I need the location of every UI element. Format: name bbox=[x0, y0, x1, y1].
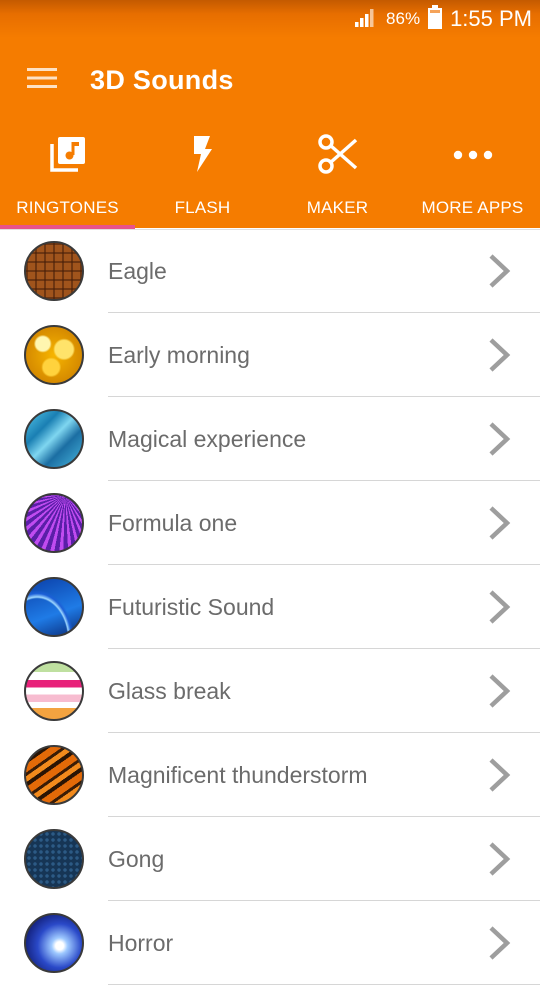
ringtone-name: Magnificent thunderstorm bbox=[108, 762, 368, 788]
chevron-right-icon bbox=[486, 337, 512, 373]
chevron-right-icon bbox=[486, 421, 512, 457]
list-item[interactable]: Magnificent thunderstorm bbox=[0, 733, 540, 817]
app-bar: 3D Sounds bbox=[0, 38, 540, 122]
clock: 1:55 PM bbox=[450, 6, 532, 31]
ringtone-thumbnail bbox=[24, 829, 84, 889]
chevron-right-icon bbox=[486, 757, 512, 793]
tab-ringtones[interactable]: RINGTONES bbox=[0, 122, 135, 228]
scissors-icon bbox=[317, 133, 358, 179]
ringtone-thumbnail bbox=[24, 745, 84, 805]
menu-icon bbox=[27, 67, 57, 94]
ringtone-name: Early morning bbox=[108, 342, 250, 368]
status-bar: 86% 1:55 PM bbox=[0, 0, 540, 38]
tab-label: MORE APPS bbox=[421, 198, 524, 217]
battery-icon bbox=[428, 4, 443, 34]
tab-bar: RINGTONES FLASH MAKER MORE APPS bbox=[0, 122, 540, 228]
chevron-right-icon bbox=[486, 505, 512, 541]
ringtone-thumbnail bbox=[24, 577, 84, 637]
list-item[interactable]: Formula one bbox=[0, 481, 540, 565]
ringtone-thumbnail bbox=[24, 325, 84, 385]
tab-label: FLASH bbox=[174, 198, 231, 217]
list-item[interactable]: Magical experience bbox=[0, 397, 540, 481]
tab-label: RINGTONES bbox=[16, 198, 119, 217]
tab-flash[interactable]: FLASH bbox=[135, 122, 270, 228]
list-item[interactable]: Glass break bbox=[0, 649, 540, 733]
tab-label: MAKER bbox=[306, 198, 369, 217]
chevron-right-icon bbox=[486, 673, 512, 709]
ringtone-thumbnail bbox=[24, 241, 84, 301]
ringtone-name: Futuristic Sound bbox=[108, 594, 275, 620]
chevron-right-icon bbox=[486, 925, 512, 961]
ringtone-thumbnail bbox=[24, 493, 84, 553]
battery-percent: 86% bbox=[386, 9, 421, 28]
list-item[interactable]: Gong bbox=[0, 817, 540, 901]
ringtone-name: Gong bbox=[108, 846, 165, 872]
ringtone-name: Horror bbox=[108, 930, 174, 956]
chevron-right-icon bbox=[486, 253, 512, 289]
flash-icon bbox=[190, 135, 216, 178]
ringtone-name: Magical experience bbox=[108, 426, 307, 452]
ringtone-name: Glass break bbox=[108, 678, 231, 704]
chevron-right-icon bbox=[486, 841, 512, 877]
list-item[interactable]: Horror bbox=[0, 901, 540, 985]
more-dots-icon bbox=[453, 147, 493, 165]
tab-maker[interactable]: MAKER bbox=[270, 122, 405, 228]
ringtone-list[interactable]: Eagle Early morning Magical experience F… bbox=[0, 229, 540, 985]
list-item[interactable]: Early morning bbox=[0, 313, 540, 397]
chevron-right-icon bbox=[486, 589, 512, 625]
ringtone-thumbnail bbox=[24, 661, 84, 721]
ringtone-name: Formula one bbox=[108, 510, 238, 536]
ringtone-thumbnail bbox=[24, 913, 84, 973]
list-item[interactable]: Eagle bbox=[0, 229, 540, 313]
ringtone-thumbnail bbox=[24, 409, 84, 469]
app-title: 3D Sounds bbox=[90, 65, 234, 95]
music-library-icon bbox=[49, 135, 87, 178]
ringtone-name: Eagle bbox=[108, 258, 167, 284]
list-item[interactable]: Futuristic Sound bbox=[0, 565, 540, 649]
signal-icon bbox=[354, 6, 378, 33]
menu-button[interactable] bbox=[22, 60, 62, 100]
divider bbox=[0, 229, 540, 230]
tab-more-apps[interactable]: MORE APPS bbox=[405, 122, 540, 228]
